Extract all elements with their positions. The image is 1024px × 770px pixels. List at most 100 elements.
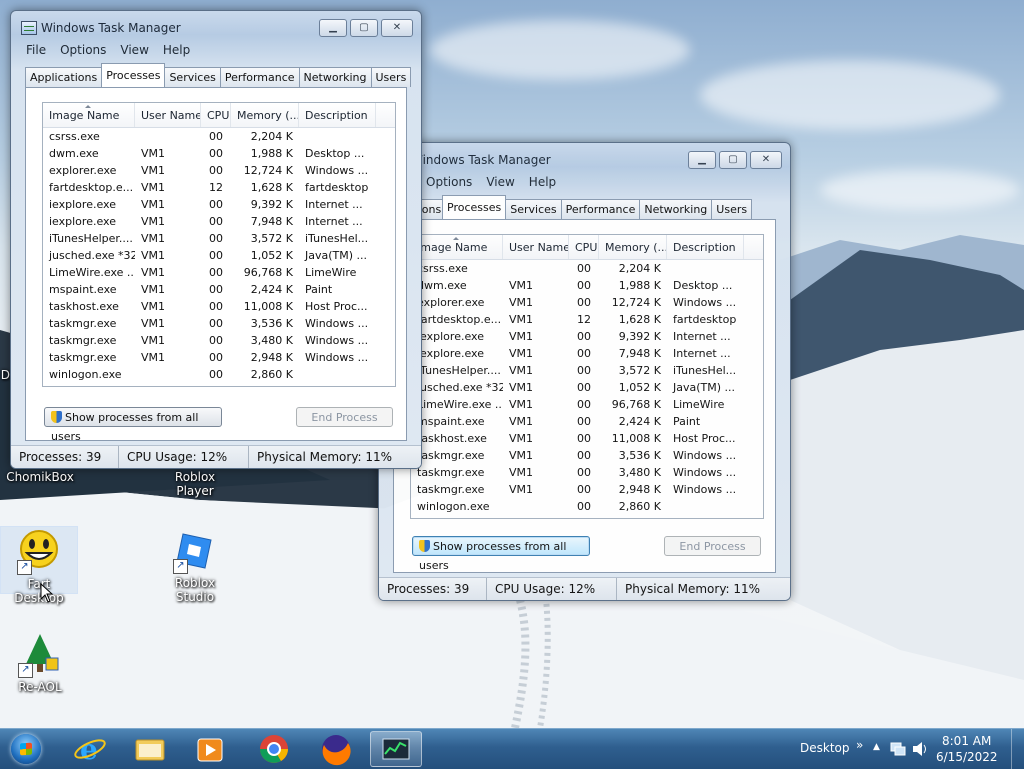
col-cpu[interactable]: CPU (569, 235, 599, 259)
menu-help[interactable]: Help (156, 41, 197, 61)
show-all-processes-button[interactable]: Show processes from all users (412, 536, 590, 572)
col-cpu[interactable]: CPU (201, 103, 231, 127)
tab-services[interactable]: Services (505, 199, 562, 219)
tab-performance[interactable]: Performance (560, 199, 641, 219)
tab-users[interactable]: Users (370, 67, 412, 87)
cell-memory: 2,860 K (618, 500, 661, 513)
table-row[interactable]: taskmgr.exe VM1 00 3,480 K Windows ... (43, 332, 395, 349)
table-row[interactable]: jusched.exe *32 VM1 00 1,052 K Java(TM) ... (43, 247, 395, 264)
table-row[interactable]: winlogon.exe 00 2,860 K (411, 498, 763, 515)
cell-description: Windows ... (305, 317, 369, 330)
clock-date[interactable]: 6/15/2022 (936, 750, 998, 764)
col-description[interactable]: Description (667, 235, 744, 259)
table-row[interactable]: winlogon.exe 00 2,860 K (43, 366, 395, 383)
taskbar-windows-explorer[interactable] (124, 731, 176, 767)
menu-file[interactable]: File (19, 41, 53, 61)
tab-users[interactable]: Users (711, 199, 753, 219)
cell-image-name: iexplore.exe (49, 215, 116, 228)
col-user-name[interactable]: User Name (503, 235, 569, 259)
table-row[interactable]: taskhost.exe VM1 00 11,008 K Host Proc... (43, 298, 395, 315)
taskbar-internet-explorer[interactable]: e (64, 731, 116, 767)
table-row[interactable]: taskmgr.exe VM1 00 2,948 K Windows ... (43, 349, 395, 366)
network-icon[interactable] (890, 741, 906, 757)
minimize-button[interactable]: ▁ (319, 19, 347, 37)
menu-help[interactable]: Help (522, 173, 563, 193)
taskbar-chrome[interactable] (248, 731, 300, 767)
menu-view[interactable]: View (113, 41, 155, 61)
firefox-icon (322, 735, 351, 766)
show-desktop-button[interactable] (1011, 729, 1024, 769)
table-row[interactable]: dwm.exe VM1 00 1,988 K Desktop ... (411, 277, 763, 294)
col-image-name[interactable]: Image Name (43, 103, 135, 127)
volume-icon[interactable] (912, 741, 928, 757)
table-row[interactable]: LimeWire.exe ... VM1 00 96,768 K LimeWire (411, 396, 763, 413)
title-bar[interactable]: Windows Task Manager ▁ ▢ ✕ (379, 143, 790, 173)
desktop-icon-roblox-studio[interactable]: ↗ Roblox Studio (155, 526, 235, 604)
table-row[interactable]: csrss.exe 00 2,204 K (43, 128, 395, 145)
tab-applications[interactable]: Applications (25, 67, 103, 87)
cell-image-name: fartdesktop.e... (49, 181, 134, 194)
svg-text:e: e (80, 733, 98, 766)
tab-networking[interactable]: Networking (639, 199, 713, 219)
show-all-processes-button[interactable]: Show processes from all users (44, 407, 222, 443)
task-manager-window[interactable]: Windows Task Manager ▁ ▢ ✕ File Options … (10, 10, 422, 469)
taskbar-firefox[interactable] (310, 731, 362, 767)
cell-user-name (135, 128, 201, 145)
table-row[interactable]: taskmgr.exe VM1 00 3,536 K Windows ... (411, 447, 763, 464)
table-row[interactable]: iexplore.exe VM1 00 9,392 K Internet ... (43, 196, 395, 213)
close-button[interactable]: ✕ (381, 19, 413, 37)
tab-processes[interactable]: Processes (442, 195, 507, 219)
table-row[interactable]: dwm.exe VM1 00 1,988 K Desktop ... (43, 145, 395, 162)
table-row[interactable]: explorer.exe VM1 00 12,724 K Windows ... (411, 294, 763, 311)
maximize-button[interactable]: ▢ (350, 19, 378, 37)
start-button[interactable] (4, 730, 46, 768)
table-row[interactable]: explorer.exe VM1 00 12,724 K Windows ... (43, 162, 395, 179)
minimize-button[interactable]: ▁ (688, 151, 716, 169)
table-row[interactable]: iTunesHelper.... VM1 00 3,572 K iTunesHel... (411, 362, 763, 379)
task-manager-window-secondary[interactable]: Windows Task Manager ▁ ▢ ✕ Options View … (378, 142, 791, 601)
table-row[interactable]: iexplore.exe VM1 00 9,392 K Internet ... (411, 328, 763, 345)
table-row[interactable]: taskmgr.exe VM1 00 3,480 K Windows ... (411, 464, 763, 481)
title-bar[interactable]: Windows Task Manager ▁ ▢ ✕ (11, 11, 421, 41)
col-user-name[interactable]: User Name (135, 103, 201, 127)
tab-networking[interactable]: Networking (298, 67, 372, 87)
table-row[interactable]: taskmgr.exe VM1 00 3,536 K Windows ... (43, 315, 395, 332)
process-table[interactable]: Image Name User Name CPU Memory (... Des… (42, 102, 396, 387)
tab-processes[interactable]: Processes (101, 63, 166, 87)
table-row[interactable]: mspaint.exe VM1 00 2,424 K Paint (43, 281, 395, 298)
col-description[interactable]: Description (299, 103, 376, 127)
table-row[interactable]: taskmgr.exe VM1 00 2,948 K Windows ... (411, 481, 763, 498)
menu-view[interactable]: View (479, 173, 521, 193)
taskbar-task-manager[interactable] (370, 731, 422, 767)
menu-options[interactable]: Options (53, 41, 113, 61)
col-memory[interactable]: Memory (... (599, 235, 667, 259)
table-row[interactable]: taskhost.exe VM1 00 11,008 K Host Proc... (411, 430, 763, 447)
col-image-name[interactable]: Image Name (411, 235, 503, 259)
desktop-toolbar-chevron-icon[interactable]: » (856, 738, 863, 752)
desktop-icon-re-aol[interactable]: ↗ Re-AOL (0, 630, 80, 694)
cell-description: iTunesHel... (673, 364, 737, 377)
process-table[interactable]: Image Name User Name CPU Memory (... Des… (410, 234, 764, 519)
tray-overflow-arrow-icon[interactable]: ▲ (873, 742, 880, 752)
tab-performance[interactable]: Performance (219, 67, 300, 87)
table-row[interactable]: iTunesHelper.... VM1 00 3,572 K iTunesHel... (43, 230, 395, 247)
table-row[interactable]: jusched.exe *32 VM1 00 1,052 K Java(TM) ... (411, 379, 763, 396)
close-button[interactable]: ✕ (750, 151, 782, 169)
taskbar-media-player[interactable] (184, 731, 236, 767)
table-row[interactable]: mspaint.exe VM1 00 2,424 K Paint (411, 413, 763, 430)
end-process-button[interactable]: End Process (296, 407, 393, 427)
table-row[interactable]: fartdesktop.e... VM1 12 1,628 K fartdesktop (43, 179, 395, 196)
table-row[interactable]: iexplore.exe VM1 00 7,948 K Internet ... (411, 345, 763, 362)
end-process-button[interactable]: End Process (664, 536, 761, 556)
table-row[interactable]: iexplore.exe VM1 00 7,948 K Internet ... (43, 213, 395, 230)
tab-services[interactable]: Services (164, 67, 221, 87)
clock-time[interactable]: 8:01 AM (942, 734, 991, 748)
table-row[interactable]: LimeWire.exe ... VM1 00 96,768 K LimeWire (43, 264, 395, 281)
desktop-icon-fart-desktop[interactable]: ↗ Fart Desktop (0, 526, 78, 605)
maximize-button[interactable]: ▢ (719, 151, 747, 169)
desktop-toolbar-label[interactable]: Desktop (800, 741, 850, 755)
table-row[interactable]: fartdesktop.e... VM1 12 1,628 K fartdesktop (411, 311, 763, 328)
col-memory[interactable]: Memory (... (231, 103, 299, 127)
menu-options[interactable]: Options (419, 173, 479, 193)
table-row[interactable]: csrss.exe 00 2,204 K (411, 260, 763, 277)
